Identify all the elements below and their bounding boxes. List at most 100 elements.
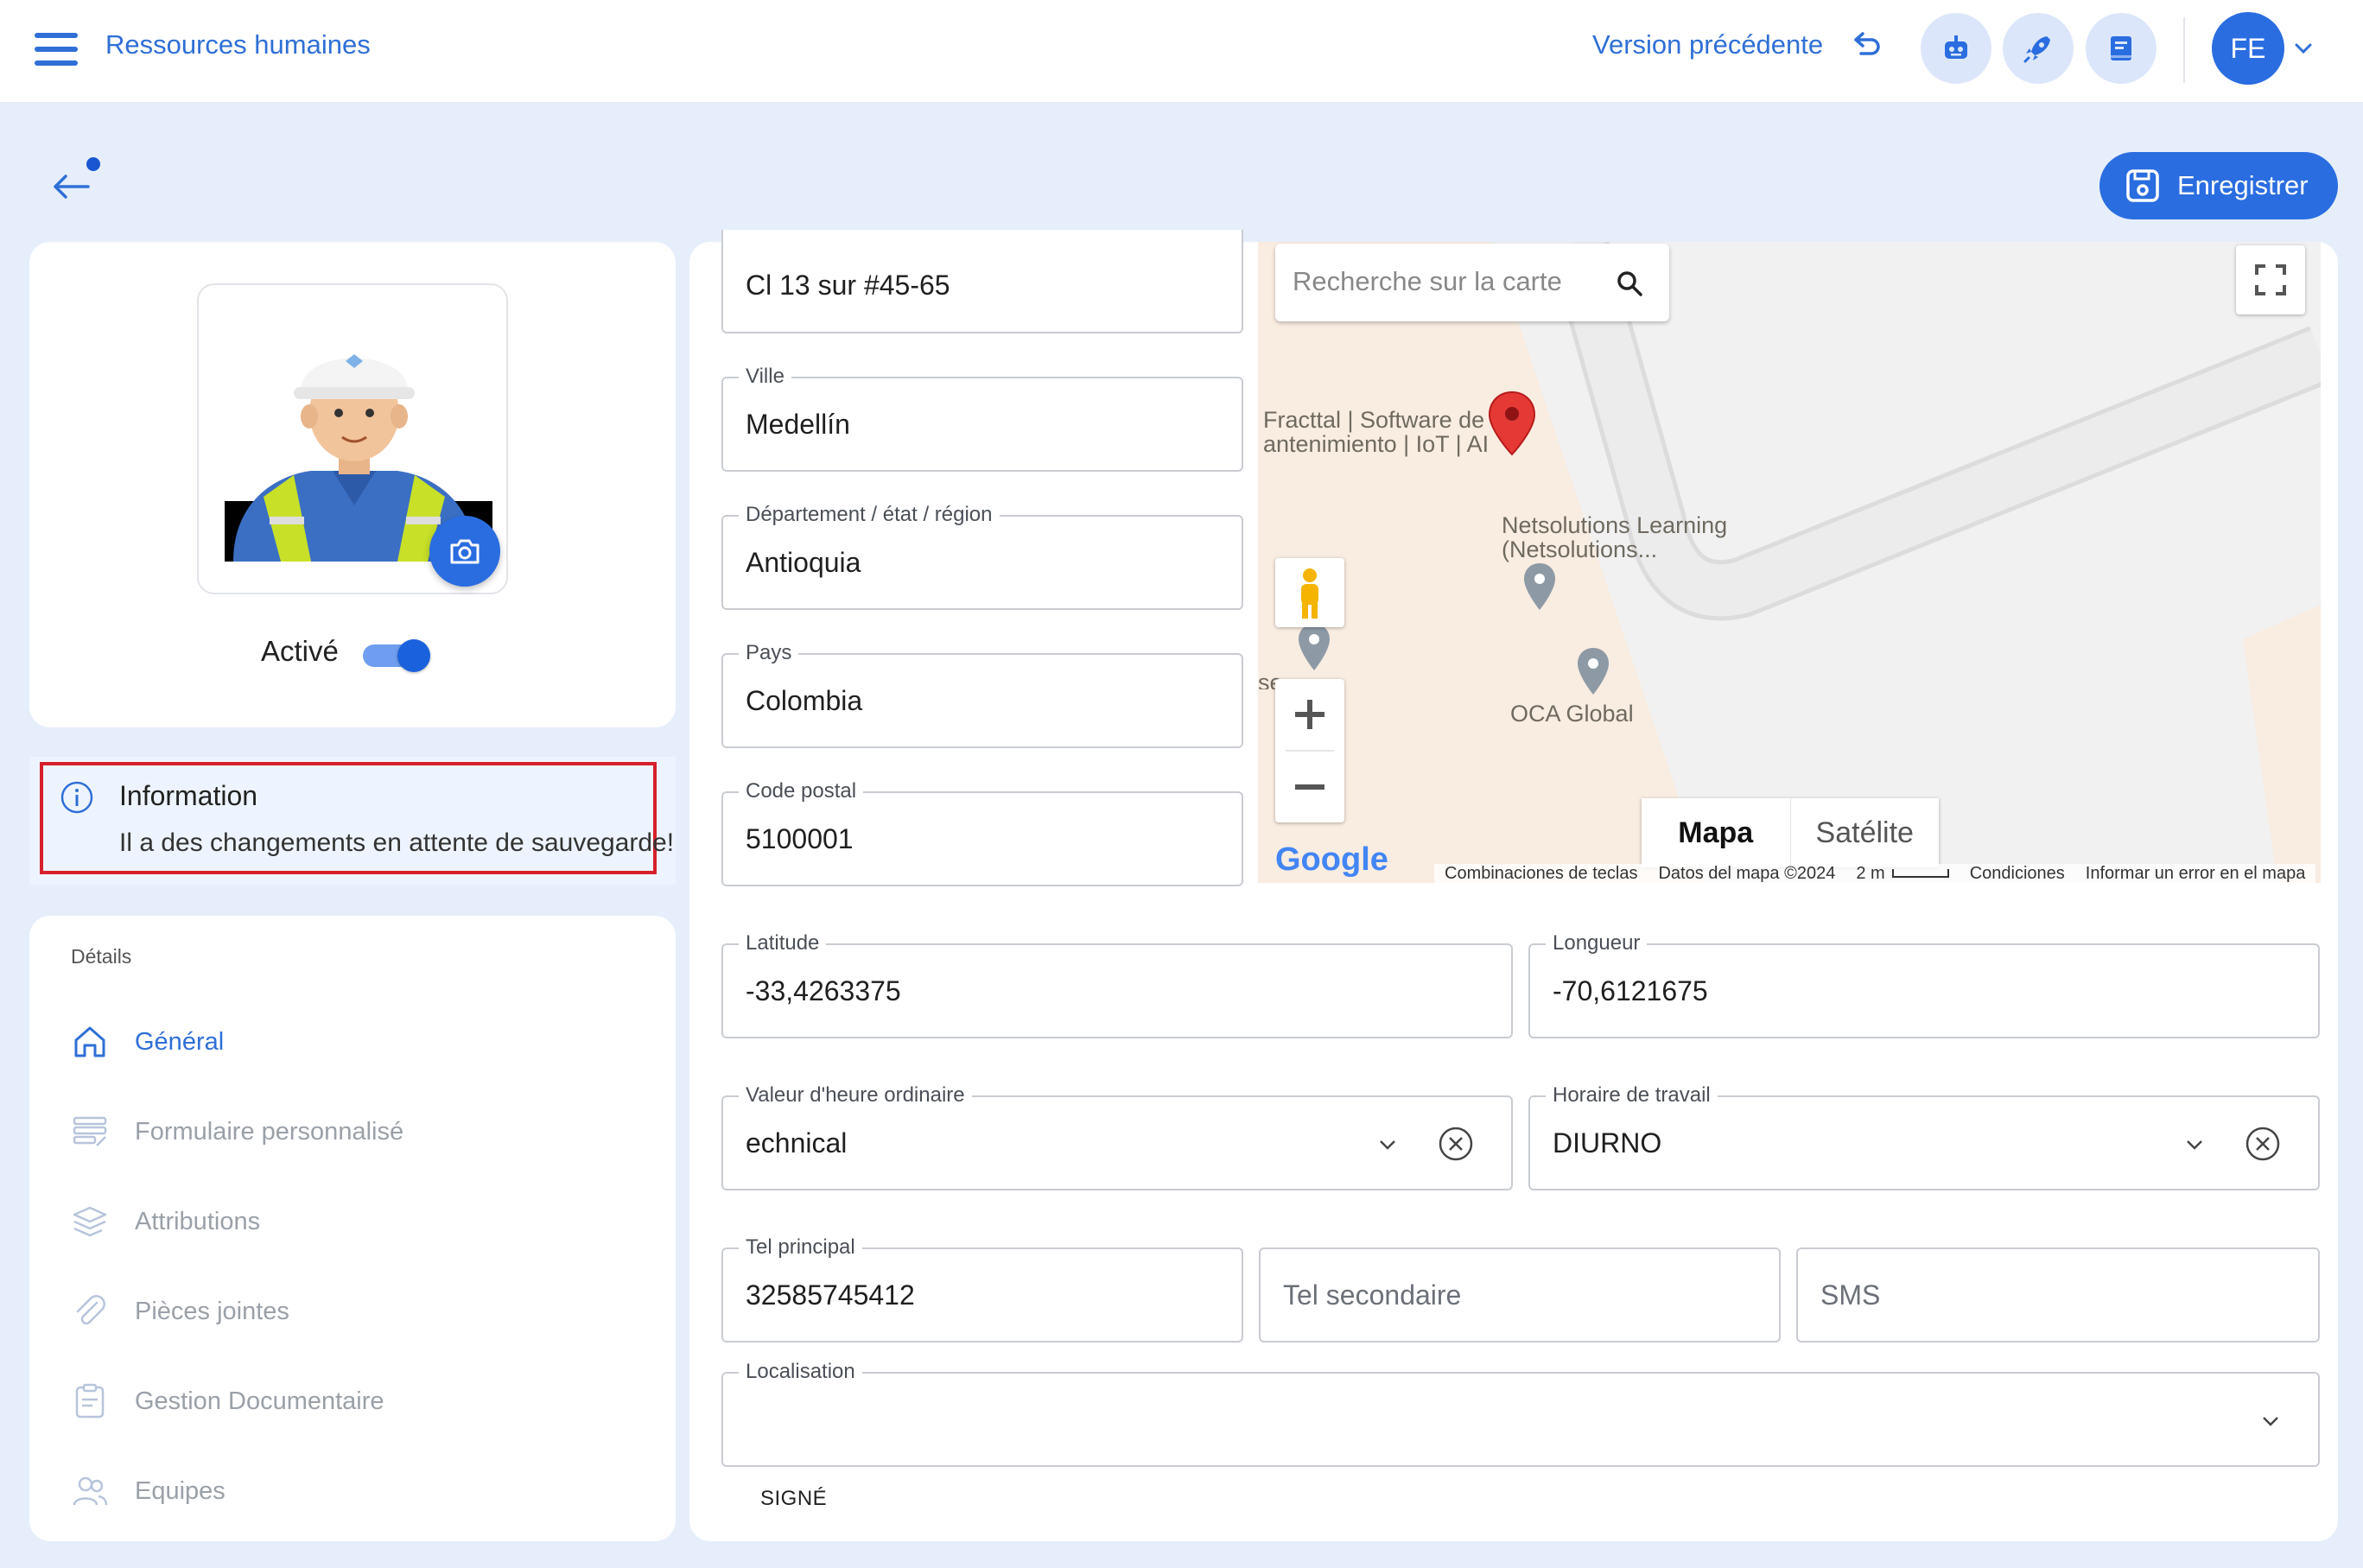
map-place-label: OCA Global [1510,701,1634,727]
chevron-down-icon[interactable] [1376,1137,1399,1152]
nav-item-custom-form[interactable]: Formulaire personnalisé [71,1106,403,1158]
form-icon [73,1116,107,1146]
department-field[interactable]: Département / état / région Antioquia [721,503,1243,610]
nav-item-label: Pièces jointes [135,1297,289,1325]
address-field[interactable]: Cl 13 sur #45-65 [721,230,1243,333]
main-phone-value: 32585745412 [746,1279,915,1311]
attachment-icon [76,1295,105,1325]
chevron-down-icon[interactable] [2293,40,2314,57]
country-value: Colombia [746,684,863,716]
selected-location-marker-icon [1488,390,1536,456]
alert-message: Il a des changements en attente de sauve… [119,828,675,857]
postal-code-field[interactable]: Code postal 5100001 [721,779,1243,886]
nav-item-label: Gestion Documentaire [135,1387,384,1415]
map-search-input[interactable]: Recherche sur la carte [1275,244,1669,321]
map-type-satellite[interactable]: Satélite [1789,798,1940,867]
previous-version-link[interactable]: Version précédente [1592,29,1823,60]
book-icon [2111,36,2131,60]
info-icon [60,781,93,814]
department-value: Antioquia [746,546,861,578]
longitude-value: -70,6121675 [1553,974,1708,1006]
map-search-placeholder: Recherche sur la carte [1293,266,1562,296]
docs-button[interactable] [2086,13,2157,84]
user-avatar[interactable]: FE [2212,12,2284,85]
main-phone-field[interactable]: Tel principal 32585745412 [721,1235,1243,1343]
work-schedule-select[interactable]: Horaire de travail DIURNO [1528,1083,2320,1190]
hourly-value-select[interactable]: Valeur d'heure ordinaire echnical [721,1083,1513,1190]
fullscreen-icon [2255,264,2286,295]
nav-item-teams[interactable]: Equipes [71,1465,226,1517]
map-type-toggle: Mapa Satélite [1642,798,1939,867]
nav-item-attachments[interactable]: Pièces jointes [71,1286,289,1337]
keyboard-shortcuts-link[interactable]: Combinaciones de teclas [1434,863,1648,884]
alert-title: Information [119,780,258,811]
status-label: Activé [261,635,339,667]
nav-item-general[interactable]: Général [71,1016,224,1068]
map-place-label: Netsolutions Learning (Netsolutions... [1502,512,1728,563]
map-view[interactable] [1258,242,2321,883]
zoom-controls [1275,679,1344,822]
clear-icon[interactable] [1437,1125,1475,1163]
robot-icon [1945,35,1967,59]
place-pin-icon [1578,648,1609,695]
secondary-phone-field[interactable]: Tel secondaire [1259,1247,1781,1343]
zoom-out-icon[interactable] [1275,752,1344,822]
zoom-in-icon[interactable] [1275,679,1344,750]
report-error-link[interactable]: Informar un error en el mapa [2074,863,2316,884]
save-button[interactable]: Enregistrer [2099,152,2338,219]
nav-item-attributions[interactable]: Attributions [71,1196,260,1247]
fullscreen-button[interactable] [2236,245,2305,314]
location-select[interactable]: Localisation [721,1360,2320,1467]
document-icon [75,1383,105,1419]
map-type-map[interactable]: Mapa [1642,798,1790,867]
nav-item-label: Equipes [135,1476,226,1505]
launch-button[interactable] [2003,13,2074,84]
camera-icon [450,539,480,564]
nav-item-document-management[interactable]: Gestion Documentaire [71,1375,384,1427]
rocket-icon [2023,36,2050,63]
country-field[interactable]: Pays Colombia [721,641,1243,748]
nav-item-label: Attributions [135,1207,261,1235]
sms-field[interactable]: SMS [1796,1247,2320,1343]
location-label: Localisation [739,1360,862,1384]
floppy-disk-icon [2126,169,2159,202]
chevron-down-icon[interactable] [2259,1413,2282,1429]
clear-icon[interactable] [2244,1125,2282,1163]
map-scale: 2 m [1845,863,1960,884]
longitude-field[interactable]: Longueur -70,6121675 [1528,931,2320,1038]
details-heading: Détails [71,945,132,968]
unsaved-indicator-dot [86,157,100,171]
place-pin-icon [1524,563,1555,610]
secondary-phone-placeholder: Tel secondaire [1283,1279,1462,1311]
signed-tab[interactable]: SIGNÉ [760,1487,827,1511]
assistant-bot-button[interactable] [1921,13,1991,84]
search-icon[interactable] [1614,268,1645,299]
change-photo-button[interactable] [429,516,500,587]
sms-placeholder: SMS [1820,1279,1881,1311]
place-pin-icon [1299,624,1330,670]
work-schedule-selected: DIURNO [1553,1127,1662,1159]
latitude-field[interactable]: Latitude -33,4263375 [721,931,1513,1038]
nav-item-label: Général [135,1027,225,1056]
hourly-value-selected: echnical [746,1127,848,1159]
active-toggle[interactable] [363,639,430,672]
nav-item-label: Formulaire personnalisé [135,1117,404,1146]
undo-icon[interactable] [1849,29,1883,64]
pegman-icon [1301,568,1318,619]
postal-code-value: 5100001 [746,822,854,854]
street-view-button[interactable] [1275,558,1344,627]
menu-icon[interactable] [35,33,78,66]
city-value: Medellín [746,408,850,440]
map-roads [1258,242,2321,883]
home-icon [74,1026,105,1057]
terms-link[interactable]: Condiciones [1959,863,2075,884]
latitude-value: -33,4263375 [746,974,901,1006]
chevron-down-icon[interactable] [2183,1137,2206,1152]
app-title: Ressources humaines [105,29,371,60]
map-attribution-bar: Combinaciones de teclas Datos del mapa ©… [1434,860,2321,886]
city-field[interactable]: Ville Medellín [721,365,1243,472]
map-place-label: Fracttal | Software de antenimiento | IoT… [1263,407,1490,458]
google-logo: Google [1275,841,1388,878]
divider [2183,17,2185,83]
map-data-text: Datos del mapa ©2024 [1648,863,1846,884]
